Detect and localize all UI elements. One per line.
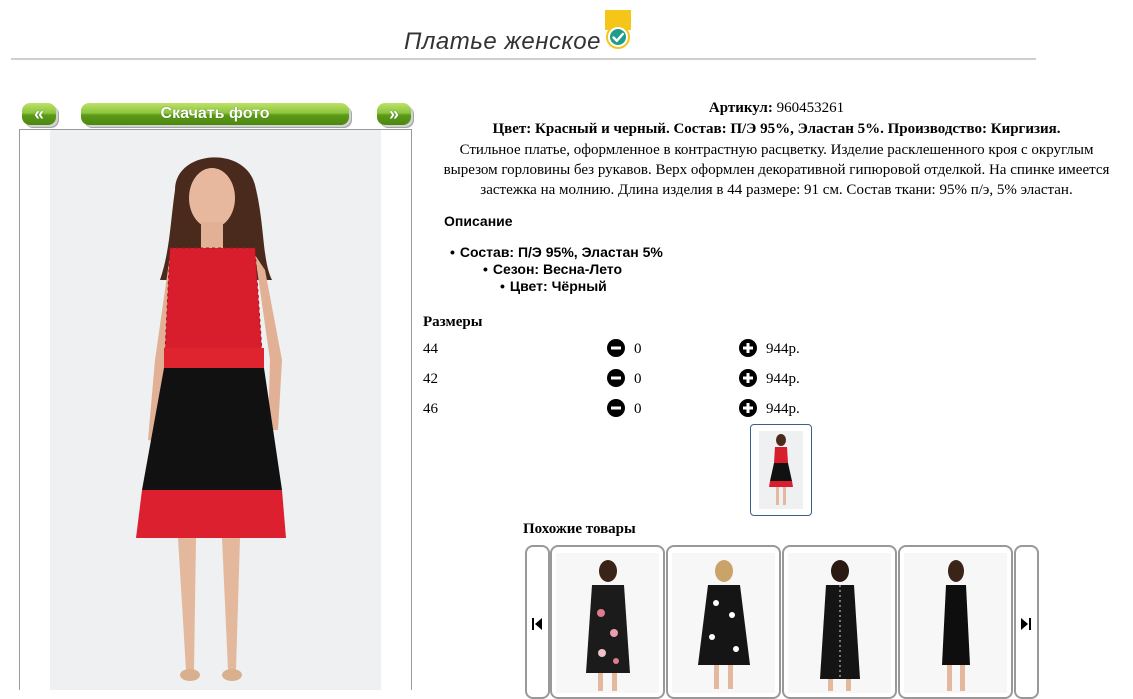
article-line: Артикул: 960453261 xyxy=(420,100,1133,117)
similar-product-image xyxy=(672,553,775,693)
quantity-value: 0 xyxy=(634,341,642,357)
title-divider xyxy=(11,58,1036,60)
price: 944р. xyxy=(766,341,800,357)
similar-product-card[interactable] xyxy=(666,545,781,699)
prev-photo-button[interactable]: « xyxy=(22,103,56,125)
description-line: вырезом горловины без рукавов. Верх офор… xyxy=(443,162,1110,178)
minus-circle-icon[interactable] xyxy=(607,399,625,417)
thumbnail-image xyxy=(759,431,803,509)
description-heading: Описание xyxy=(444,213,513,229)
article-label: Артикул: xyxy=(708,100,773,116)
price: 944р. xyxy=(766,371,800,387)
skip-previous-icon xyxy=(532,618,542,630)
size-label: 42 xyxy=(423,371,438,387)
property-item: Сезон: Весна-Лето xyxy=(483,261,622,277)
quantity-value: 0 xyxy=(634,401,642,417)
size-row: 46 0 944р. xyxy=(0,398,1133,420)
size-label: 44 xyxy=(423,341,438,357)
size-label: 46 xyxy=(423,401,438,417)
price: 944р. xyxy=(766,401,800,417)
title-row: Платье женское xyxy=(0,0,1133,60)
minus-circle-icon[interactable] xyxy=(607,369,625,387)
next-photo-button[interactable]: » xyxy=(377,103,411,125)
sizes-heading: Размеры xyxy=(423,314,483,330)
similar-product-image xyxy=(556,553,659,693)
product-description: Стильное платье, оформленное в контрастн… xyxy=(420,140,1133,200)
skip-next-icon xyxy=(1021,618,1031,630)
minus-circle-icon[interactable] xyxy=(607,339,625,357)
quantity-value: 0 xyxy=(634,371,642,387)
color-composition-line: Цвет: Красный и черный. Состав: П/Э 95%,… xyxy=(492,121,1061,137)
similar-product-card[interactable] xyxy=(898,545,1013,699)
size-row: 44 0 944р. xyxy=(0,338,1133,360)
similar-product-image xyxy=(904,553,1007,693)
plus-circle-icon[interactable] xyxy=(739,339,757,357)
plus-circle-icon[interactable] xyxy=(739,399,757,417)
similar-product-card[interactable] xyxy=(782,545,897,699)
property-item: Цвет: Чёрный xyxy=(500,278,607,294)
description-line: Стильное платье, оформленное в контрастн… xyxy=(459,142,1094,158)
carousel-next-button[interactable] xyxy=(1014,545,1039,699)
similar-products-heading: Похожие товары xyxy=(523,521,636,537)
property-item: Состав: П/Э 95%, Эластан 5% xyxy=(450,244,663,260)
similar-product-card[interactable] xyxy=(550,545,665,699)
download-photo-button[interactable]: Скачать фото xyxy=(81,103,349,125)
verified-check-icon xyxy=(605,10,631,49)
description-line: застежка на молнию. Длина изделия в 44 р… xyxy=(480,182,1073,198)
page-title: Платье женское xyxy=(404,28,601,55)
size-row: 42 0 944р. xyxy=(0,368,1133,390)
carousel-prev-button[interactable] xyxy=(525,545,550,699)
photo-thumbnail[interactable] xyxy=(750,424,812,516)
plus-circle-icon[interactable] xyxy=(739,369,757,387)
similar-product-image xyxy=(788,553,891,693)
article-value: 960453261 xyxy=(776,100,845,116)
